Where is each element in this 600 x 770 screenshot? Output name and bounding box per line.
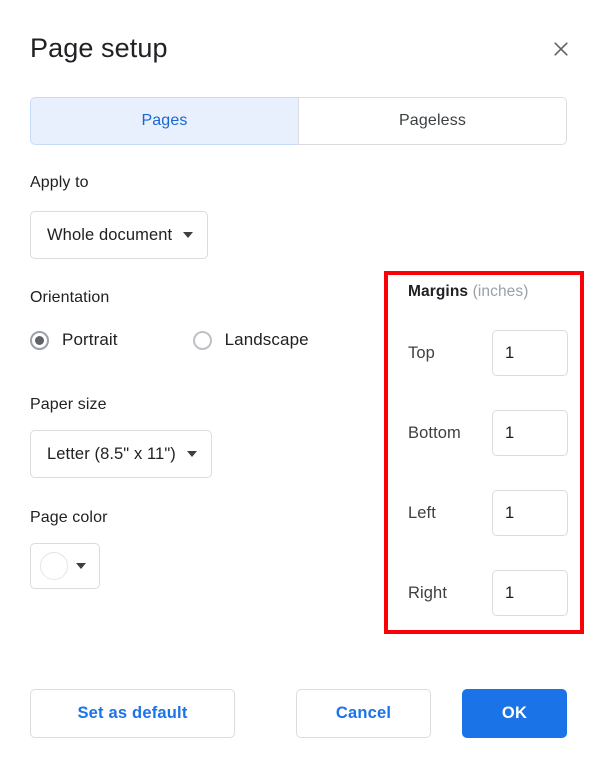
page-color-label: Page color [30,509,108,526]
margin-row-bottom: Bottom [408,410,568,456]
tab-pageless-label: Pageless [398,112,467,129]
orientation-label: Orientation [30,289,110,306]
radio-landscape[interactable]: Landscape [192,330,309,350]
dialog-header: Page setup [30,28,576,74]
margin-row-right: Right [408,570,568,616]
radio-landscape-mark [192,330,212,350]
apply-to-label: Apply to [30,174,89,191]
mode-tabs: Pages Pageless [30,97,567,145]
margin-right-input[interactable] [492,570,568,616]
margin-top-label: Top [408,343,435,362]
margin-bottom-input[interactable] [492,410,568,456]
margins-title: Margins (inches) [408,283,568,301]
close-icon [551,39,571,59]
margin-right-label: Right [408,583,448,602]
radio-portrait-mark [30,330,49,350]
radio-landscape-label: Landscape [224,330,309,349]
chevron-down-icon [183,232,194,238]
radio-portrait[interactable]: Portrait [30,330,118,350]
tab-pageless[interactable]: Pageless [298,97,567,145]
cancel-label: Cancel [335,704,392,722]
margin-top-input[interactable] [492,330,568,376]
margin-row-top: Top [408,330,568,376]
page-color-dropdown[interactable] [30,543,100,589]
orientation-radio-group: Portrait Landscape [30,330,309,350]
set-as-default-button[interactable]: Set as default [30,689,235,738]
ok-button[interactable]: OK [462,689,567,738]
margins-title-text: Margins [408,283,469,300]
paper-size-label: Paper size [30,396,107,413]
set-as-default-label: Set as default [77,704,188,722]
margin-row-left: Left [408,490,568,536]
cancel-button[interactable]: Cancel [296,689,431,738]
margins-section: Margins (inches) Top Bottom Left Right [408,283,568,616]
tab-pages-label: Pages [141,112,188,129]
paper-size-dropdown[interactable]: Letter (8.5" x 11") [30,430,212,478]
chevron-down-icon [76,563,86,569]
margins-unit: (inches) [472,283,529,300]
radio-portrait-label: Portrait [62,330,118,349]
page-title: Page setup [30,33,168,63]
apply-to-value: Whole document [47,225,173,244]
color-swatch [40,552,68,580]
close-button[interactable] [546,34,576,64]
margin-left-input[interactable] [492,490,568,536]
ok-label: OK [501,704,528,722]
paper-size-value: Letter (8.5" x 11") [47,444,176,463]
page-setup-dialog: Page setup Pages Pageless Apply to Whole… [0,0,600,770]
chevron-down-icon [186,451,197,457]
apply-to-dropdown[interactable]: Whole document [30,211,209,259]
tab-pages[interactable]: Pages [30,97,298,145]
margin-left-label: Left [408,503,436,522]
margin-bottom-label: Bottom [408,423,461,442]
